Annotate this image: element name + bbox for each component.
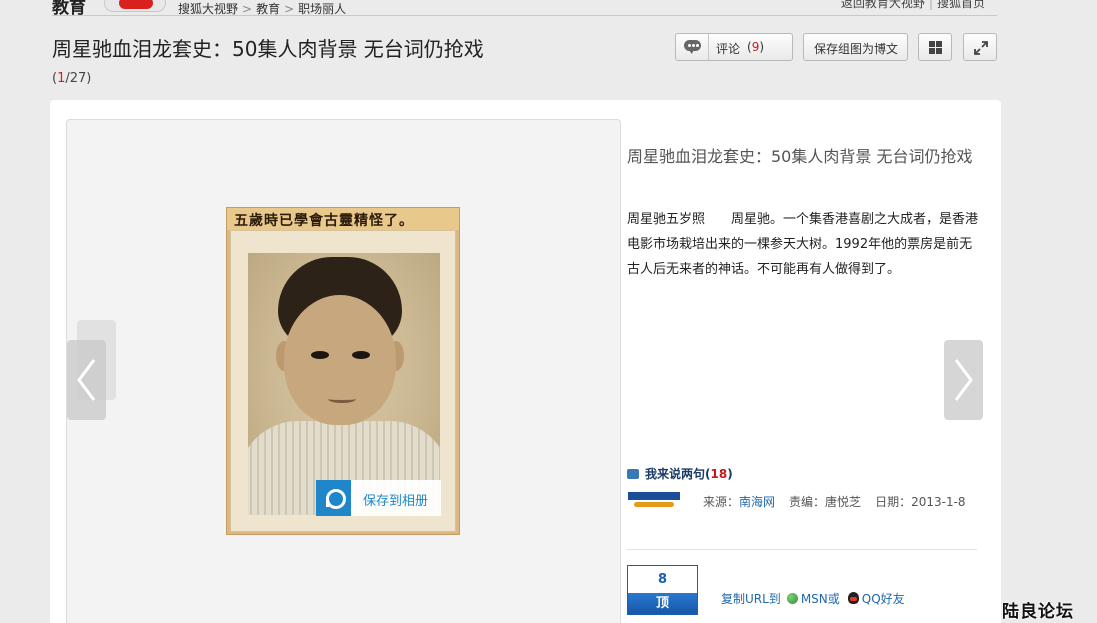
fullscreen-icon	[974, 41, 988, 55]
total-count: 27	[69, 71, 87, 86]
next-image-button[interactable]	[944, 340, 983, 420]
comment-count: (9)	[747, 40, 765, 54]
chevron-left-icon	[77, 359, 96, 401]
comment-label: 评论	[716, 42, 741, 56]
breadcrumb-item[interactable]: 搜狐大视野	[178, 2, 238, 16]
save-to-album-button[interactable]: 保存到相册	[316, 480, 441, 516]
back-to-channel-link[interactable]: 返回教育大视野	[841, 0, 925, 10]
grid-view-button[interactable]	[918, 33, 952, 61]
header-right-links: 返回教育大视野 | 搜狐首页	[841, 0, 985, 11]
header-divider	[52, 15, 997, 16]
info-title: 周星驰血泪龙套史：50集人肉背景 无台词仍抢戏	[627, 147, 973, 166]
grid-icon	[929, 41, 942, 54]
info-divider	[627, 549, 977, 550]
sohu-video-logo-icon[interactable]	[104, 0, 166, 12]
fullscreen-button[interactable]	[963, 33, 997, 61]
sohu-home-link[interactable]: 搜狐首页	[937, 0, 985, 10]
upvote-button[interactable]: 8 顶	[627, 565, 698, 615]
publish-date: 2013-1-8	[911, 495, 966, 509]
breadcrumb-item[interactable]: 教育	[256, 2, 280, 16]
breadcrumb-separator: >	[242, 2, 253, 16]
prev-image-button[interactable]	[67, 340, 106, 420]
msn-icon	[786, 593, 798, 604]
article-meta: 来源：南海网 责编：唐悦芝 日期：2013-1-8	[703, 493, 966, 510]
link-separator: |	[928, 0, 933, 10]
child-portrait-image	[248, 253, 440, 515]
save-as-blog-button[interactable]: 保存组图为博文	[803, 33, 908, 61]
breadcrumb-item[interactable]: 职场丽人	[298, 2, 346, 16]
top-bar: 教育 搜狐大视野 > 教育 > 职场丽人 返回教育大视野 | 搜狐首页	[0, 0, 1097, 18]
share-msn-link[interactable]: MSN或	[801, 592, 840, 606]
comment-bubble-icon	[676, 34, 709, 60]
comment-icon	[627, 469, 639, 479]
upvote-label: 顶	[628, 593, 697, 614]
upvote-count: 8	[628, 566, 697, 593]
page-title: 周星驰血泪龙套史：50集人肉背景 无台词仍抢戏	[52, 37, 484, 61]
breadcrumb-separator: >	[284, 2, 295, 16]
source-label: 来源：	[703, 495, 740, 509]
discuss-link[interactable]: 我来说两句(18)	[627, 465, 733, 482]
save-as-blog-label: 保存组图为博文	[814, 42, 899, 56]
date-label: 日期：	[875, 495, 912, 509]
share-bar: 复制URL到 MSN或 QQ好友	[721, 590, 905, 607]
comment-button[interactable]: 评论 (9)	[675, 33, 793, 61]
image-description: 周星驰五岁照 周星驰。一个集香港喜剧之大成者，是香港电影市场栽培出来的一棵参天大…	[627, 212, 979, 277]
chevron-right-icon	[954, 359, 973, 401]
editor-name: 唐悦芝	[825, 495, 862, 509]
photo-caption-banner: 五歲時已學會古靈精怪了。	[227, 208, 459, 230]
editor-label: 责编：	[789, 495, 826, 509]
share-qq-link[interactable]: QQ好友	[862, 592, 905, 606]
image-counter: (1/27)	[52, 71, 91, 86]
album-icon	[316, 480, 351, 516]
source-link[interactable]: 南海网	[739, 495, 775, 509]
discuss-count: 18	[710, 467, 728, 481]
save-to-album-label: 保存到相册	[363, 494, 429, 509]
source-logo-icon	[628, 491, 680, 509]
qq-icon	[847, 592, 859, 604]
counter-close: )	[86, 71, 92, 86]
forum-watermark: 陆良论坛	[1002, 602, 1074, 622]
copy-url-link[interactable]: 复制URL到	[721, 592, 781, 606]
discuss-label: 我来说两句	[645, 467, 706, 481]
